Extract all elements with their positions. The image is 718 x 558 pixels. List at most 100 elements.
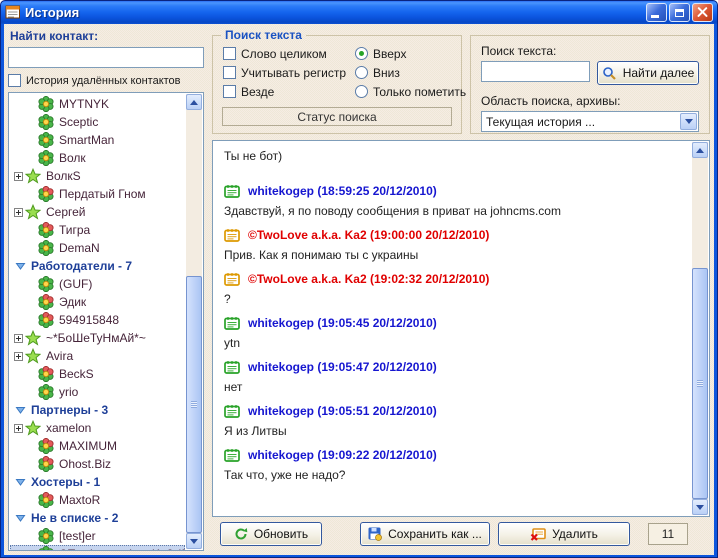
message-header: ©TwoLove a.k.a. Ka2 (19:00:00 20/12/2010… (224, 227, 685, 243)
contact-row[interactable]: MYTNYK (10, 95, 185, 113)
contact-status-icon-slot (38, 186, 54, 202)
contact-row[interactable]: Пердатый Гном (10, 185, 185, 203)
expand-plus-icon[interactable] (14, 208, 23, 217)
contact-status-icon-slot (38, 150, 54, 166)
direction-down-radio[interactable] (355, 66, 368, 79)
deleted-history-checkbox[interactable] (8, 74, 21, 87)
client-area: Найти контакт: История удалённых контакт… (4, 24, 714, 555)
flower-status-icon (38, 132, 54, 148)
history-panel: Поиск текста Слово целиком Учитывать рег… (212, 28, 710, 551)
contact-label: Тигра (59, 223, 90, 237)
close-button[interactable] (692, 3, 713, 22)
search-options-groupbox: Поиск текста Слово целиком Учитывать рег… (212, 35, 462, 134)
refresh-icon (234, 527, 248, 541)
search-text-input[interactable] (481, 61, 590, 82)
scroll-down-button[interactable] (186, 533, 202, 549)
contact-label: Эдик (59, 295, 86, 309)
message-author-timestamp: ©TwoLove a.k.a. Ka2 (19:02:32 20/12/2010… (248, 272, 489, 286)
titlebar[interactable]: История (1, 1, 717, 24)
message-header: ©TwoLove a.k.a. Ka2 (19:02:32 20/12/2010… (224, 271, 685, 287)
contact-label: yrio (59, 385, 78, 399)
contact-row[interactable]: BeckS (10, 365, 185, 383)
dropdown-button[interactable] (680, 113, 697, 130)
contact-row[interactable]: Сергей (10, 203, 185, 221)
contact-row[interactable]: Avira (10, 347, 185, 365)
contact-row[interactable]: ©TwoLove a.k.a. Ka2 (9 (10, 545, 185, 550)
scrollbar-thumb[interactable] (692, 268, 708, 499)
history-app-icon (5, 5, 21, 20)
contact-row[interactable]: 594915848 (10, 311, 185, 329)
find-contact-label: Найти контакт: (8, 28, 204, 47)
contact-group-label: Не в списке - 2 (31, 511, 118, 525)
expand-plus-icon[interactable] (14, 334, 23, 343)
delete-button[interactable]: Удалить (498, 522, 630, 546)
contact-group-row[interactable]: Не в списке - 2 (10, 509, 185, 527)
direction-up-radio[interactable] (355, 47, 368, 60)
group-collapse-icon[interactable] (15, 477, 26, 487)
contact-row[interactable]: Эдик (10, 293, 185, 311)
contact-row[interactable]: MAXIMUM (10, 437, 185, 455)
contact-row[interactable]: [test]er (10, 527, 185, 545)
contact-group-row[interactable]: Партнеры - 3 (10, 401, 185, 419)
contact-row[interactable]: ~*БоШеТуНмАй*~ (10, 329, 185, 347)
contact-row[interactable]: (GUF) (10, 275, 185, 293)
search-status-box: Статус поиска (222, 107, 452, 126)
contact-label: MaxtoR (59, 493, 100, 507)
refresh-button[interactable]: Обновить (220, 522, 322, 546)
mark-only-radio[interactable] (355, 85, 368, 98)
incoming-message-icon (224, 316, 241, 331)
contact-list: MYTNYK Sceptic SmartMan Волк (8, 92, 204, 551)
everywhere-checkbox[interactable] (223, 85, 236, 98)
outgoing-message-icon (224, 272, 241, 287)
flower-status-icon (38, 384, 54, 400)
contact-row[interactable]: yrio (10, 383, 185, 401)
contact-row[interactable]: Тигра (10, 221, 185, 239)
contact-group-label: Работодатели - 7 (31, 259, 132, 273)
contact-row[interactable]: xamelon (10, 419, 185, 437)
delete-icon (530, 527, 546, 542)
contact-row[interactable]: DemaN (10, 239, 185, 257)
search-query-groupbox: Поиск текста: Найти далее Область поиска… (470, 35, 710, 134)
minimize-button[interactable] (646, 3, 667, 22)
contact-row[interactable]: Волк (10, 149, 185, 167)
contact-row[interactable]: ВолкS (10, 167, 185, 185)
save-as-button[interactable]: Сохранить как ... (360, 522, 490, 546)
match-case-checkbox[interactable] (223, 66, 236, 79)
match-case-option: Учитывать регистр (223, 66, 355, 79)
scrollbar-thumb[interactable] (186, 276, 202, 533)
expand-plus-icon[interactable] (14, 352, 23, 361)
scroll-up-button[interactable] (692, 142, 708, 158)
contact-label: Sceptic (59, 115, 98, 129)
expand-plus-icon[interactable] (14, 172, 23, 181)
contact-group-row[interactable]: Хостеры - 1 (10, 473, 185, 491)
scroll-down-button[interactable] (692, 499, 708, 515)
incoming-message-icon (224, 360, 241, 375)
contact-row[interactable]: SmartMan (10, 131, 185, 149)
scroll-up-button[interactable] (186, 94, 202, 110)
contact-label: 594915848 (59, 313, 119, 327)
group-collapse-icon[interactable] (15, 405, 26, 415)
maximize-button[interactable] (669, 3, 690, 22)
contact-group-row[interactable]: Работодатели - 7 (10, 257, 185, 275)
flower-away-status-icon (38, 492, 54, 508)
whole-word-checkbox[interactable] (223, 47, 236, 60)
contact-label: ©TwoLove a.k.a. Ka2 (9 (59, 547, 185, 550)
star-status-icon (25, 168, 41, 184)
magnifier-icon (602, 66, 617, 81)
find-contact-input[interactable] (8, 47, 204, 68)
history-message: whitekogep (18:59:25 20/12/2010) Здавств… (224, 183, 685, 219)
group-collapse-icon[interactable] (15, 261, 26, 271)
contact-row[interactable]: Sceptic (10, 113, 185, 131)
contact-label: DemaN (59, 241, 100, 255)
group-collapse-icon[interactable] (15, 513, 26, 523)
search-scope-dropdown[interactable]: Текущая история ... (481, 111, 699, 132)
contact-label: Ohost.Biz (59, 457, 111, 471)
flower-status-icon (38, 114, 54, 130)
find-next-button[interactable]: Найти далее (597, 61, 699, 85)
contact-row[interactable]: Ohost.Biz (10, 455, 185, 473)
expand-plus-icon[interactable] (14, 424, 23, 433)
search-direction-column: Вверх Вниз Только пометить (355, 47, 466, 98)
contact-list-scrollbar (186, 94, 202, 549)
contact-row[interactable]: MaxtoR (10, 491, 185, 509)
incoming-message-icon (224, 448, 241, 463)
